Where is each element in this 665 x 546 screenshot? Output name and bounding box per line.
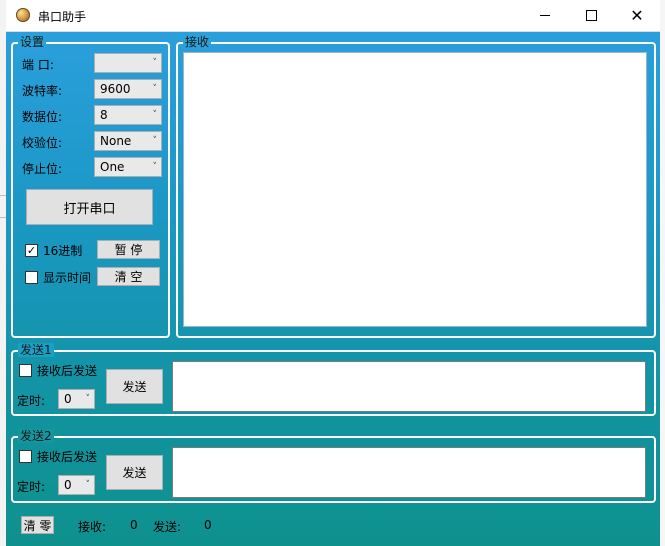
stopbits-label: 停止位: (22, 162, 63, 176)
send1-timer-label: 定时: (17, 394, 46, 408)
tx-label: 发送: (153, 520, 182, 534)
chevron-down-icon: ˅ (152, 58, 158, 68)
hex-label: 16进制 (43, 244, 83, 258)
send2-textarea[interactable] (172, 447, 646, 498)
maximize-icon (585, 10, 597, 21)
background-window-strip-right (660, 0, 665, 546)
pause-button[interactable]: 暂 停 (97, 240, 160, 259)
chevron-down-icon: ˅ (85, 394, 91, 404)
send1-timer-select[interactable]: 0 ˅ (58, 389, 95, 409)
chevron-down-icon: ˅ (85, 480, 91, 490)
close-icon: ✕ (630, 5, 644, 25)
open-port-button[interactable]: 打开串口 (26, 189, 153, 225)
databits-label: 数据位: (22, 110, 63, 124)
send2-timer-select[interactable]: 0 ˅ (58, 475, 95, 495)
chevron-down-icon: ˅ (152, 162, 158, 172)
receive-group-title: 接收 (183, 35, 212, 49)
show-time-label: 显示时间 (43, 271, 92, 285)
clear-button[interactable]: 清 空 (97, 267, 160, 286)
send2-button[interactable]: 发送 (106, 455, 163, 490)
show-time-checkbox[interactable] (25, 271, 38, 284)
hex-checkbox[interactable]: ✓ (25, 244, 38, 257)
settings-group-title: 设置 (18, 35, 47, 49)
minimize-button[interactable] (522, 0, 568, 31)
app-window: 串口助手 ✕ 设置 端 口: ˅ 波特率: 9600 ˅ 数据位: 8 ˅ 校验… (6, 0, 660, 546)
reset-counter-button[interactable]: 清 零 (21, 516, 54, 534)
maximize-button[interactable] (568, 0, 614, 31)
client-area: 设置 端 口: ˅ 波特率: 9600 ˅ 数据位: 8 ˅ 校验位: None… (6, 32, 660, 546)
port-label: 端 口: (22, 58, 54, 72)
chevron-down-icon: ˅ (152, 136, 158, 146)
databits-select[interactable]: 8 ˅ (94, 105, 162, 125)
rx-label: 接收: (78, 520, 107, 534)
send1-group-title: 发送1 (18, 343, 54, 357)
minimize-icon (540, 15, 550, 16)
send2-after-receive-label: 接收后发送 (37, 450, 98, 464)
title-bar[interactable]: 串口助手 ✕ (6, 0, 660, 32)
send1-after-receive-checkbox[interactable] (19, 364, 32, 377)
port-select[interactable]: ˅ (94, 53, 162, 73)
rx-count: 0 (130, 518, 138, 532)
baud-label: 波特率: (22, 84, 63, 98)
send1-textarea[interactable] (172, 361, 646, 412)
chevron-down-icon: ˅ (152, 110, 158, 120)
send2-timer-label: 定时: (17, 480, 46, 494)
chevron-down-icon: ˅ (152, 84, 158, 94)
stopbits-select[interactable]: One ˅ (94, 157, 162, 177)
parity-label: 校验位: (22, 136, 63, 150)
app-icon (16, 8, 30, 22)
baud-select[interactable]: 9600 ˅ (94, 79, 162, 99)
send2-group-title: 发送2 (18, 429, 54, 443)
tx-count: 0 (204, 518, 212, 532)
send1-after-receive-label: 接收后发送 (37, 364, 98, 378)
window-title: 串口助手 (38, 10, 87, 24)
send2-after-receive-checkbox[interactable] (19, 450, 32, 463)
close-button[interactable]: ✕ (614, 0, 660, 31)
receive-textarea[interactable] (183, 52, 647, 327)
send1-button[interactable]: 发送 (106, 369, 163, 404)
parity-select[interactable]: None ˅ (94, 131, 162, 151)
